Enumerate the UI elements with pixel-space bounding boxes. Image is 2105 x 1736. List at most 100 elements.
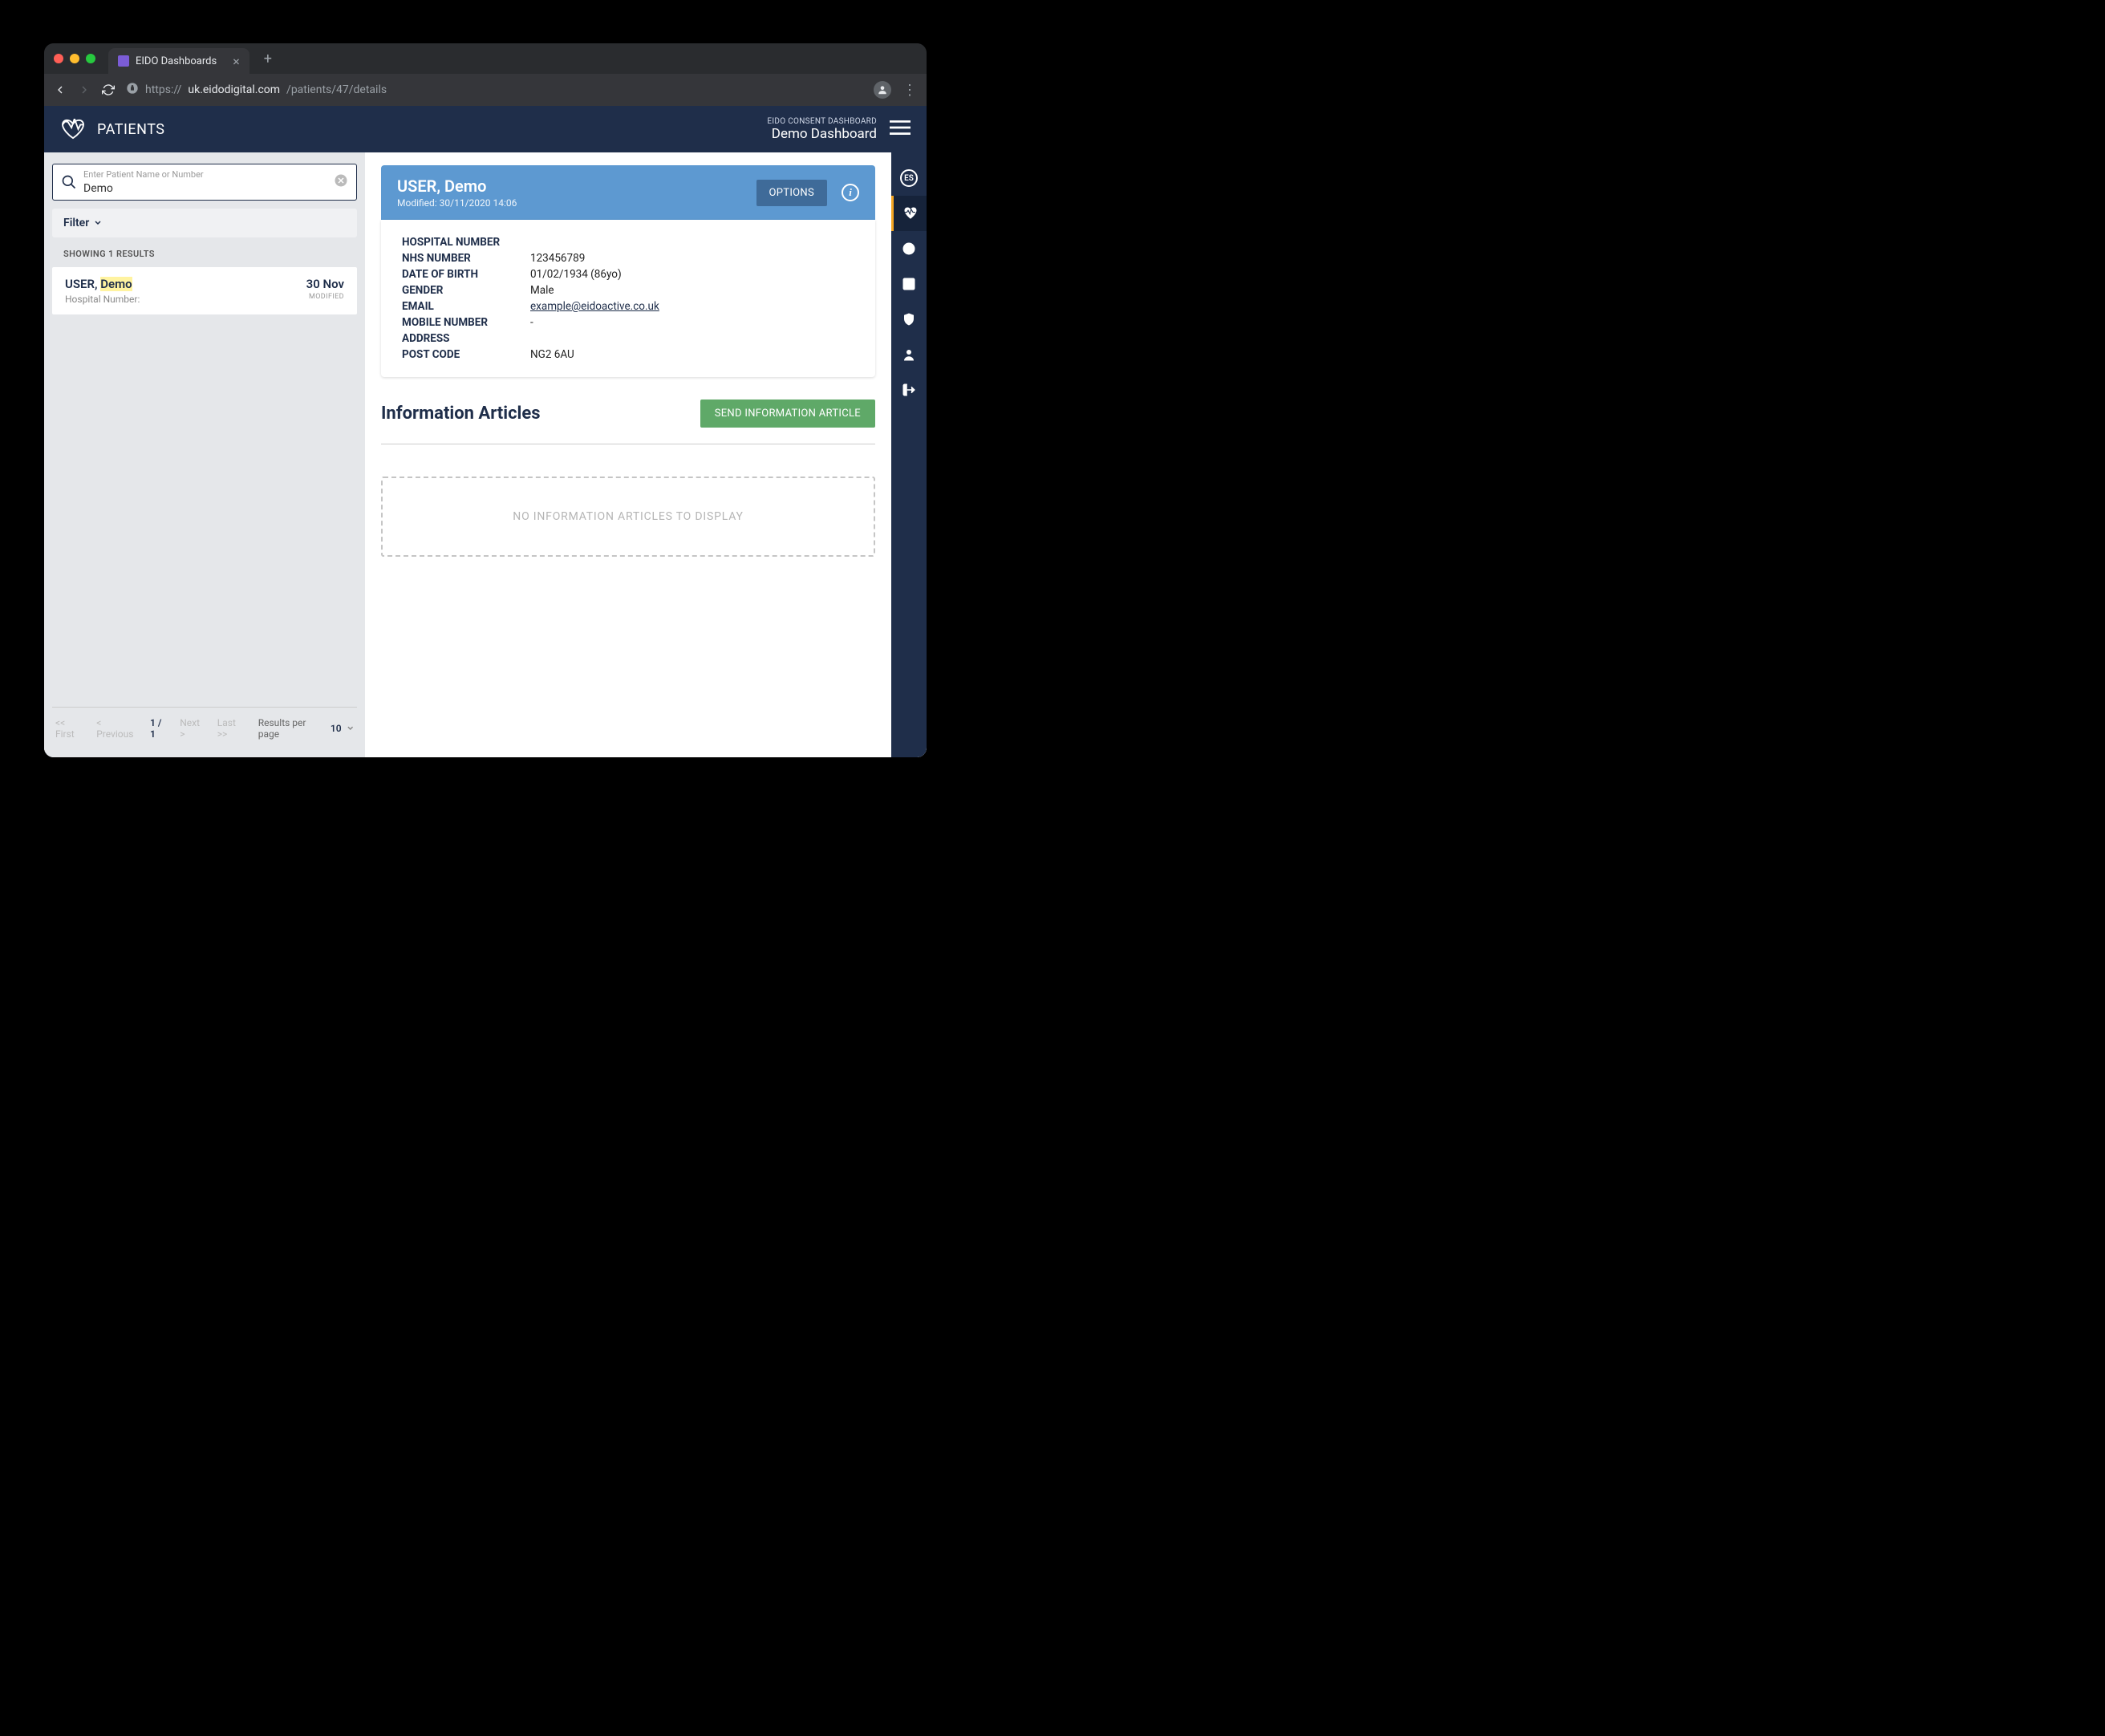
field-value: NG2 6AU: [530, 348, 574, 361]
reload-button[interactable]: [102, 83, 115, 96]
dashboard-type: EIDO CONSENT DASHBOARD: [767, 117, 877, 126]
user-icon: [902, 347, 916, 362]
search-box[interactable]: Enter Patient Name or Number: [52, 164, 357, 201]
address-bar[interactable]: https:// uk.eidodigital.com/patients/47/d…: [126, 82, 862, 98]
patient-header: USER, Demo Modified: 30/11/2020 14:06 OP…: [381, 165, 875, 220]
filter-toggle[interactable]: Filter: [52, 209, 357, 237]
app-body: Enter Patient Name or Number Filter SHOW…: [44, 152, 927, 757]
filter-label: Filter: [63, 217, 89, 229]
viewport: PATIENTS EIDO CONSENT DASHBOARD Demo Das…: [44, 106, 927, 757]
shield-icon: [902, 312, 916, 327]
pager-prev[interactable]: < Previous: [96, 717, 139, 740]
articles-section-header: Information Articles SEND INFORMATION AR…: [381, 400, 875, 428]
rail-patients[interactable]: [891, 196, 927, 231]
field-label: GENDER: [402, 284, 530, 297]
patient-details: HOSPITAL NUMBER NHS NUMBER123456789 DATE…: [381, 220, 875, 377]
browser-menu-button[interactable]: ⋮: [902, 82, 917, 99]
clear-search-button[interactable]: [334, 173, 348, 191]
window-controls: [54, 54, 95, 63]
field-value: example@eidoactive.co.uk: [530, 300, 659, 313]
pager-next[interactable]: Next >: [180, 717, 206, 740]
plus-circle-icon: [902, 241, 916, 256]
empty-articles: NO INFORMATION ARTICLES TO DISPLAY: [381, 477, 875, 557]
search-placeholder: Enter Patient Name or Number: [83, 169, 327, 180]
patient-name: USER, Demo: [397, 176, 517, 196]
rail-add[interactable]: [891, 231, 927, 266]
url-path: /patients/47/details: [286, 83, 387, 96]
field-label: EMAIL: [402, 300, 530, 313]
tab-title: EIDO Dashboards: [136, 55, 217, 67]
right-rail: ES: [891, 152, 927, 757]
header-right: EIDO CONSENT DASHBOARD Demo Dashboard: [767, 117, 877, 142]
chevron-down-icon: [94, 219, 102, 227]
chevron-down-icon: [347, 724, 354, 732]
pager-first[interactable]: << First: [55, 717, 85, 740]
main-panel: USER, Demo Modified: 30/11/2020 14:06 OP…: [365, 152, 891, 757]
rpp-label: Results per page: [258, 717, 326, 740]
menu-button[interactable]: [890, 120, 911, 139]
dashboard-name: Demo Dashboard: [767, 126, 877, 142]
result-date: 30 Nov: [306, 277, 344, 291]
result-subtitle: Hospital Number:: [65, 294, 140, 305]
forward-button[interactable]: [78, 83, 91, 96]
url-prefix: https://: [145, 83, 181, 96]
field-value: Male: [530, 284, 554, 297]
field-value: 123456789: [530, 252, 585, 265]
pager-current: 1 / 1: [150, 717, 168, 740]
field-label: DATE OF BIRTH: [402, 268, 530, 281]
new-tab-button[interactable]: +: [264, 51, 272, 67]
minimize-window-icon[interactable]: [70, 54, 79, 63]
articles-heading: Information Articles: [381, 404, 541, 424]
options-button[interactable]: OPTIONS: [756, 180, 827, 206]
close-tab-icon[interactable]: ×: [233, 54, 240, 69]
toolbar: https:// uk.eidodigital.com/patients/47/d…: [44, 74, 927, 106]
secure-icon: [126, 82, 139, 98]
url-host: uk.eidodigital.com: [188, 83, 280, 96]
logo[interactable]: PATIENTS: [60, 119, 165, 140]
user-initials-badge: ES: [900, 169, 918, 187]
rail-profile[interactable]: [891, 337, 927, 372]
app: PATIENTS EIDO CONSENT DASHBOARD Demo Das…: [44, 106, 927, 757]
titlebar: EIDO Dashboards × +: [44, 43, 927, 74]
field-value: -: [530, 316, 533, 329]
field-value: 01/02/1934 (86yo): [530, 268, 622, 281]
logout-icon: [902, 383, 916, 397]
field-label: POST CODE: [402, 348, 530, 361]
browser-tab[interactable]: EIDO Dashboards ×: [108, 48, 249, 74]
sidebar: Enter Patient Name or Number Filter SHOW…: [44, 152, 365, 757]
result-name: USER, Demo: [65, 277, 140, 291]
search-icon: [61, 174, 77, 190]
search-input[interactable]: [83, 182, 327, 195]
plus-square-icon: [902, 277, 916, 291]
result-modified-label: MODIFIED: [306, 293, 344, 301]
heart-pulse-icon: [60, 119, 86, 140]
back-button[interactable]: [54, 83, 67, 96]
email-link[interactable]: example@eidoactive.co.uk: [530, 300, 659, 313]
field-label: MOBILE NUMBER: [402, 316, 530, 329]
field-label: ADDRESS: [402, 332, 530, 345]
results-count: SHOWING 1 RESULTS: [52, 237, 357, 267]
browser-window: EIDO Dashboards × + https:// uk.eidodigit…: [44, 43, 927, 757]
rail-add-square[interactable]: [891, 266, 927, 302]
clear-icon: [334, 173, 348, 188]
pagination: << First < Previous 1 / 1 Next > Last >>…: [52, 707, 357, 749]
rpp-value: 10: [331, 723, 342, 734]
info-button[interactable]: i: [842, 184, 859, 201]
rail-user-badge[interactable]: ES: [891, 160, 927, 196]
rail-logout[interactable]: [891, 372, 927, 408]
profile-button[interactable]: [874, 81, 891, 99]
app-header: PATIENTS EIDO CONSENT DASHBOARD Demo Das…: [44, 106, 927, 152]
favicon-icon: [118, 55, 129, 67]
field-label: HOSPITAL NUMBER: [402, 236, 530, 249]
close-window-icon[interactable]: [54, 54, 63, 63]
rail-shield[interactable]: [891, 302, 927, 337]
patient-modified: Modified: 30/11/2020 14:06: [397, 197, 517, 209]
page-title: PATIENTS: [97, 121, 165, 138]
heart-pulse-icon: [903, 206, 918, 221]
field-label: NHS NUMBER: [402, 252, 530, 265]
results-per-page[interactable]: Results per page 10: [258, 717, 354, 740]
result-item[interactable]: USER, Demo Hospital Number: 30 Nov MODIF…: [52, 267, 357, 314]
maximize-window-icon[interactable]: [86, 54, 95, 63]
pager-last[interactable]: Last >>: [217, 717, 247, 740]
send-article-button[interactable]: SEND INFORMATION ARTICLE: [700, 400, 875, 428]
